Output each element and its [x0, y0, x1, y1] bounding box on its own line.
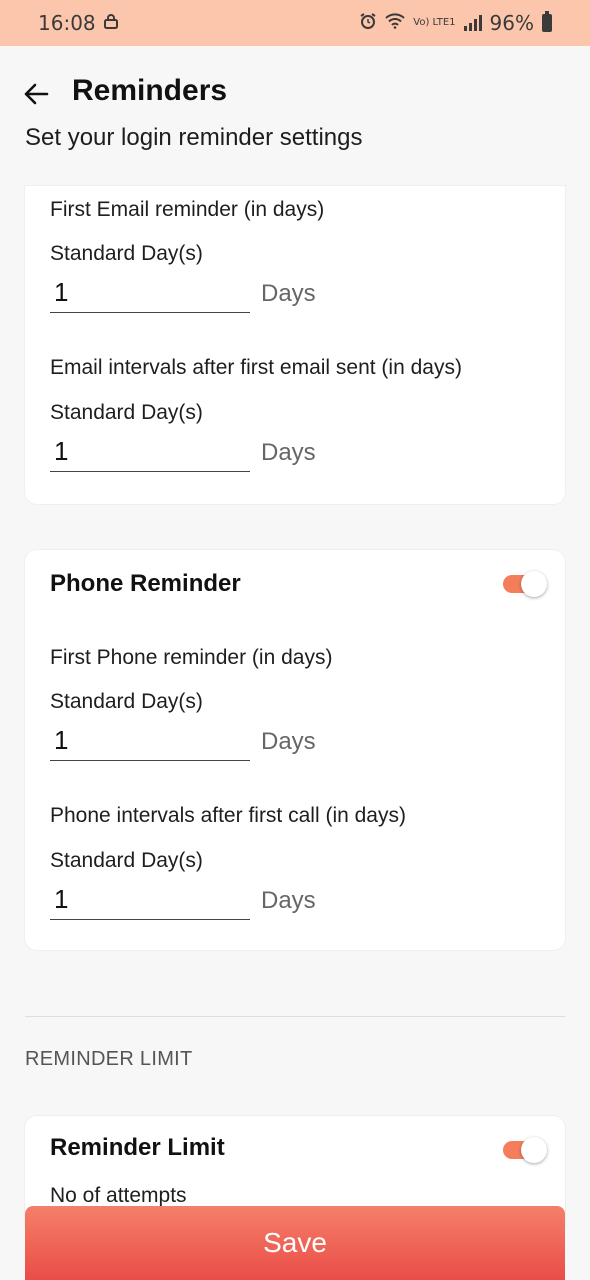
first-email-days-unit: Days [261, 280, 316, 307]
first-email-days-input[interactable] [50, 272, 254, 312]
first-phone-reminder-title: First Phone reminder (in days) [50, 646, 333, 669]
network-type: Vo) LTE1 [413, 17, 456, 28]
email-reminder-card: First Email reminder (in days) Standard … [25, 186, 565, 504]
email-interval-title: Email intervals after first email sent (… [50, 356, 462, 379]
email-interval-days-input[interactable] [50, 431, 254, 471]
save-button[interactable]: Save [25, 1206, 565, 1280]
signal-icon [463, 15, 482, 31]
page-title: Reminders [72, 74, 228, 107]
reminder-limit-heading: Reminder Limit [50, 1134, 225, 1161]
first-phone-days-input[interactable] [50, 720, 254, 760]
battery-percent: 96% [489, 11, 534, 35]
first-email-days-field[interactable] [50, 272, 254, 313]
wifi-icon [385, 13, 405, 33]
status-bar: 16:08 Vo) LTE1 96% [0, 0, 590, 46]
reminder-limit-section-label: REMINDER LIMIT [25, 1048, 193, 1070]
back-button[interactable] [22, 80, 50, 108]
phone-interval-title: Phone intervals after first call (in day… [50, 804, 406, 827]
phone-reminder-toggle[interactable] [503, 571, 547, 597]
email-interval-days-unit: Days [261, 439, 316, 466]
phone-interval-days-input[interactable] [50, 879, 254, 919]
alarm-icon [359, 12, 377, 34]
first-email-standard-label: Standard Day(s) [50, 242, 203, 265]
status-left: 16:08 [38, 11, 118, 35]
status-time: 16:08 [38, 11, 96, 35]
attempts-label: No of attempts [50, 1184, 187, 1207]
page-header: Reminders Set your login reminder settin… [0, 46, 590, 186]
toggle-knob [521, 1137, 547, 1163]
phone-interval-days-field[interactable] [50, 879, 254, 920]
reminder-limit-toggle[interactable] [503, 1137, 547, 1163]
status-right: Vo) LTE1 96% [359, 11, 552, 35]
phone-interval-standard-label: Standard Day(s) [50, 849, 203, 872]
email-interval-standard-label: Standard Day(s) [50, 401, 203, 424]
section-divider [25, 1016, 565, 1017]
toggle-knob [521, 571, 547, 597]
first-email-reminder-title: First Email reminder (in days) [50, 198, 325, 221]
arrow-left-icon [24, 83, 49, 105]
first-phone-days-field[interactable] [50, 720, 254, 761]
phone-reminder-card: Phone Reminder First Phone reminder (in … [25, 550, 565, 950]
first-phone-days-unit: Days [261, 728, 316, 755]
phone-interval-days-unit: Days [261, 887, 316, 914]
phone-reminder-heading: Phone Reminder [50, 570, 241, 597]
page-subtitle: Set your login reminder settings [25, 124, 363, 151]
battery-icon [542, 11, 552, 32]
first-phone-standard-label: Standard Day(s) [50, 690, 203, 713]
lock-icon [103, 13, 118, 33]
email-interval-days-field[interactable] [50, 431, 254, 472]
